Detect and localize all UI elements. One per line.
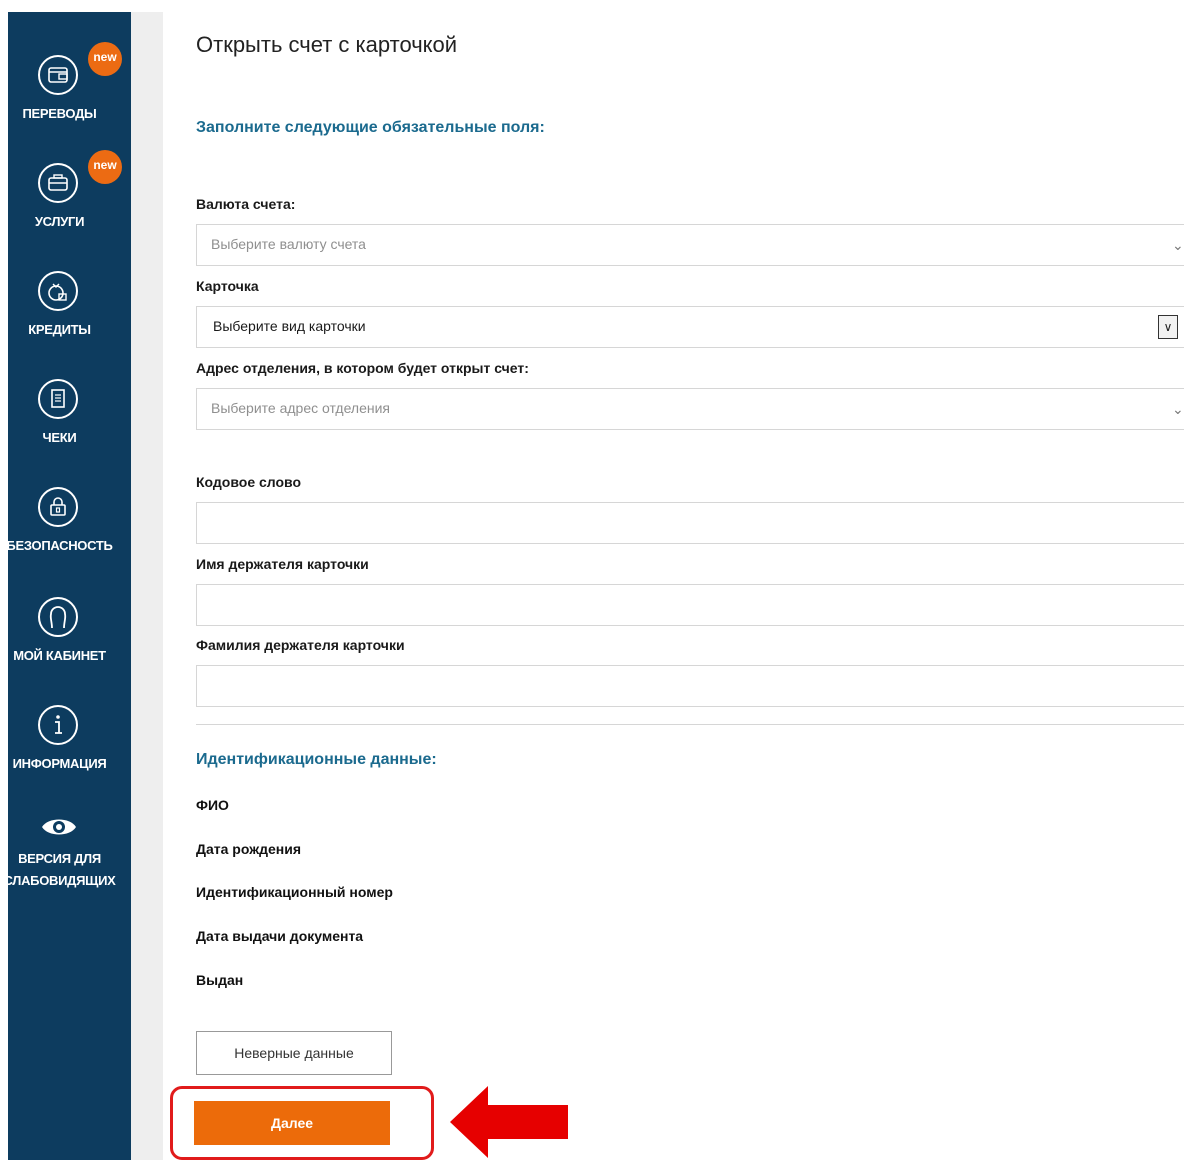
next-button-highlight <box>170 1086 434 1160</box>
top-edge <box>0 0 163 12</box>
chevron-down-icon: ⌄ <box>1172 237 1184 253</box>
lock-icon <box>37 486 79 528</box>
page-title: Открыть счет с карточкой <box>196 32 458 57</box>
currency-select[interactable]: Выберите валюту счета ⌄ <box>196 224 1184 266</box>
code-word-input[interactable] <box>196 502 1184 544</box>
sidebar-item-label: МОЙ КАБИНЕТ <box>13 648 106 663</box>
sidebar-item-label: ИНФОРМАЦИЯ <box>12 756 107 771</box>
branch-select[interactable]: Выберите адрес отделения ⌄ <box>196 388 1184 430</box>
currency-label: Валюта счета: <box>196 196 296 212</box>
branch-label: Адрес отделения, в котором будет открыт … <box>196 360 529 376</box>
id-field-issued-by: Выдан <box>196 972 244 988</box>
required-fields-heading: Заполните следующие обязательные поля: <box>196 119 545 136</box>
sidebar-item-label-line2: СЛАБОВИДЯЩИХ <box>3 873 116 888</box>
briefcase-icon <box>37 162 79 204</box>
card-type-value: Выберите вид карточки <box>213 318 366 334</box>
card-type-select[interactable]: Выберите вид карточки ∨ <box>196 306 1184 348</box>
sidebar-gutter <box>131 12 163 1160</box>
chevron-down-icon[interactable]: ∨ <box>1158 315 1178 339</box>
sidebar-item-label: УСЛУГИ <box>34 214 85 229</box>
section-divider <box>196 724 1184 725</box>
user-icon <box>37 596 79 638</box>
id-field-fio: ФИО <box>196 797 229 813</box>
left-edge <box>0 0 8 1160</box>
sidebar-item-label: ЧЕКИ <box>42 430 77 445</box>
currency-placeholder: Выберите валюту счета <box>211 236 366 252</box>
new-badge: new <box>88 150 122 184</box>
arrow-left-icon <box>450 1086 568 1158</box>
branch-placeholder: Выберите адрес отделения <box>211 400 391 416</box>
card-label: Карточка <box>196 278 259 294</box>
wallet-icon <box>37 54 79 96</box>
id-field-id-number: Идентификационный номер <box>196 884 393 900</box>
sidebar-item-label: КРЕДИТЫ <box>28 322 91 337</box>
sidebar: new ПЕРЕВОДЫ new УСЛУГИ КРЕДИТЫ ЧЕКИ БЕЗ… <box>3 12 131 1160</box>
new-badge: new <box>88 42 122 76</box>
wrong-data-button[interactable]: Неверные данные <box>196 1031 392 1075</box>
code-word-label: Кодовое слово <box>196 474 302 490</box>
id-field-issue-date: Дата выдачи документа <box>196 928 364 944</box>
identification-heading: Идентификационные данные: <box>196 751 437 768</box>
sidebar-item-label: БЕЗОПАСНОСТЬ <box>6 538 113 553</box>
chevron-down-icon: ⌄ <box>1172 401 1184 417</box>
money-bag-icon <box>37 270 79 312</box>
receipt-icon <box>37 378 79 420</box>
sidebar-item-label: ВЕРСИЯ ДЛЯ СЛАБОВИДЯЩИХ <box>0 848 121 892</box>
holder-name-input[interactable] <box>196 584 1184 626</box>
app-root: new ПЕРЕВОДЫ new УСЛУГИ КРЕДИТЫ ЧЕКИ БЕЗ… <box>0 0 1184 1160</box>
holder-surname-label: Фамилия держателя карточки <box>196 637 405 653</box>
sidebar-item-label: ПЕРЕВОДЫ <box>22 106 97 121</box>
info-icon <box>37 704 79 746</box>
holder-surname-input[interactable] <box>196 665 1184 707</box>
holder-name-label: Имя держателя карточки <box>196 556 369 572</box>
sidebar-item-label-line1: ВЕРСИЯ ДЛЯ <box>18 851 101 866</box>
id-field-birth-date: Дата рождения <box>196 841 302 857</box>
